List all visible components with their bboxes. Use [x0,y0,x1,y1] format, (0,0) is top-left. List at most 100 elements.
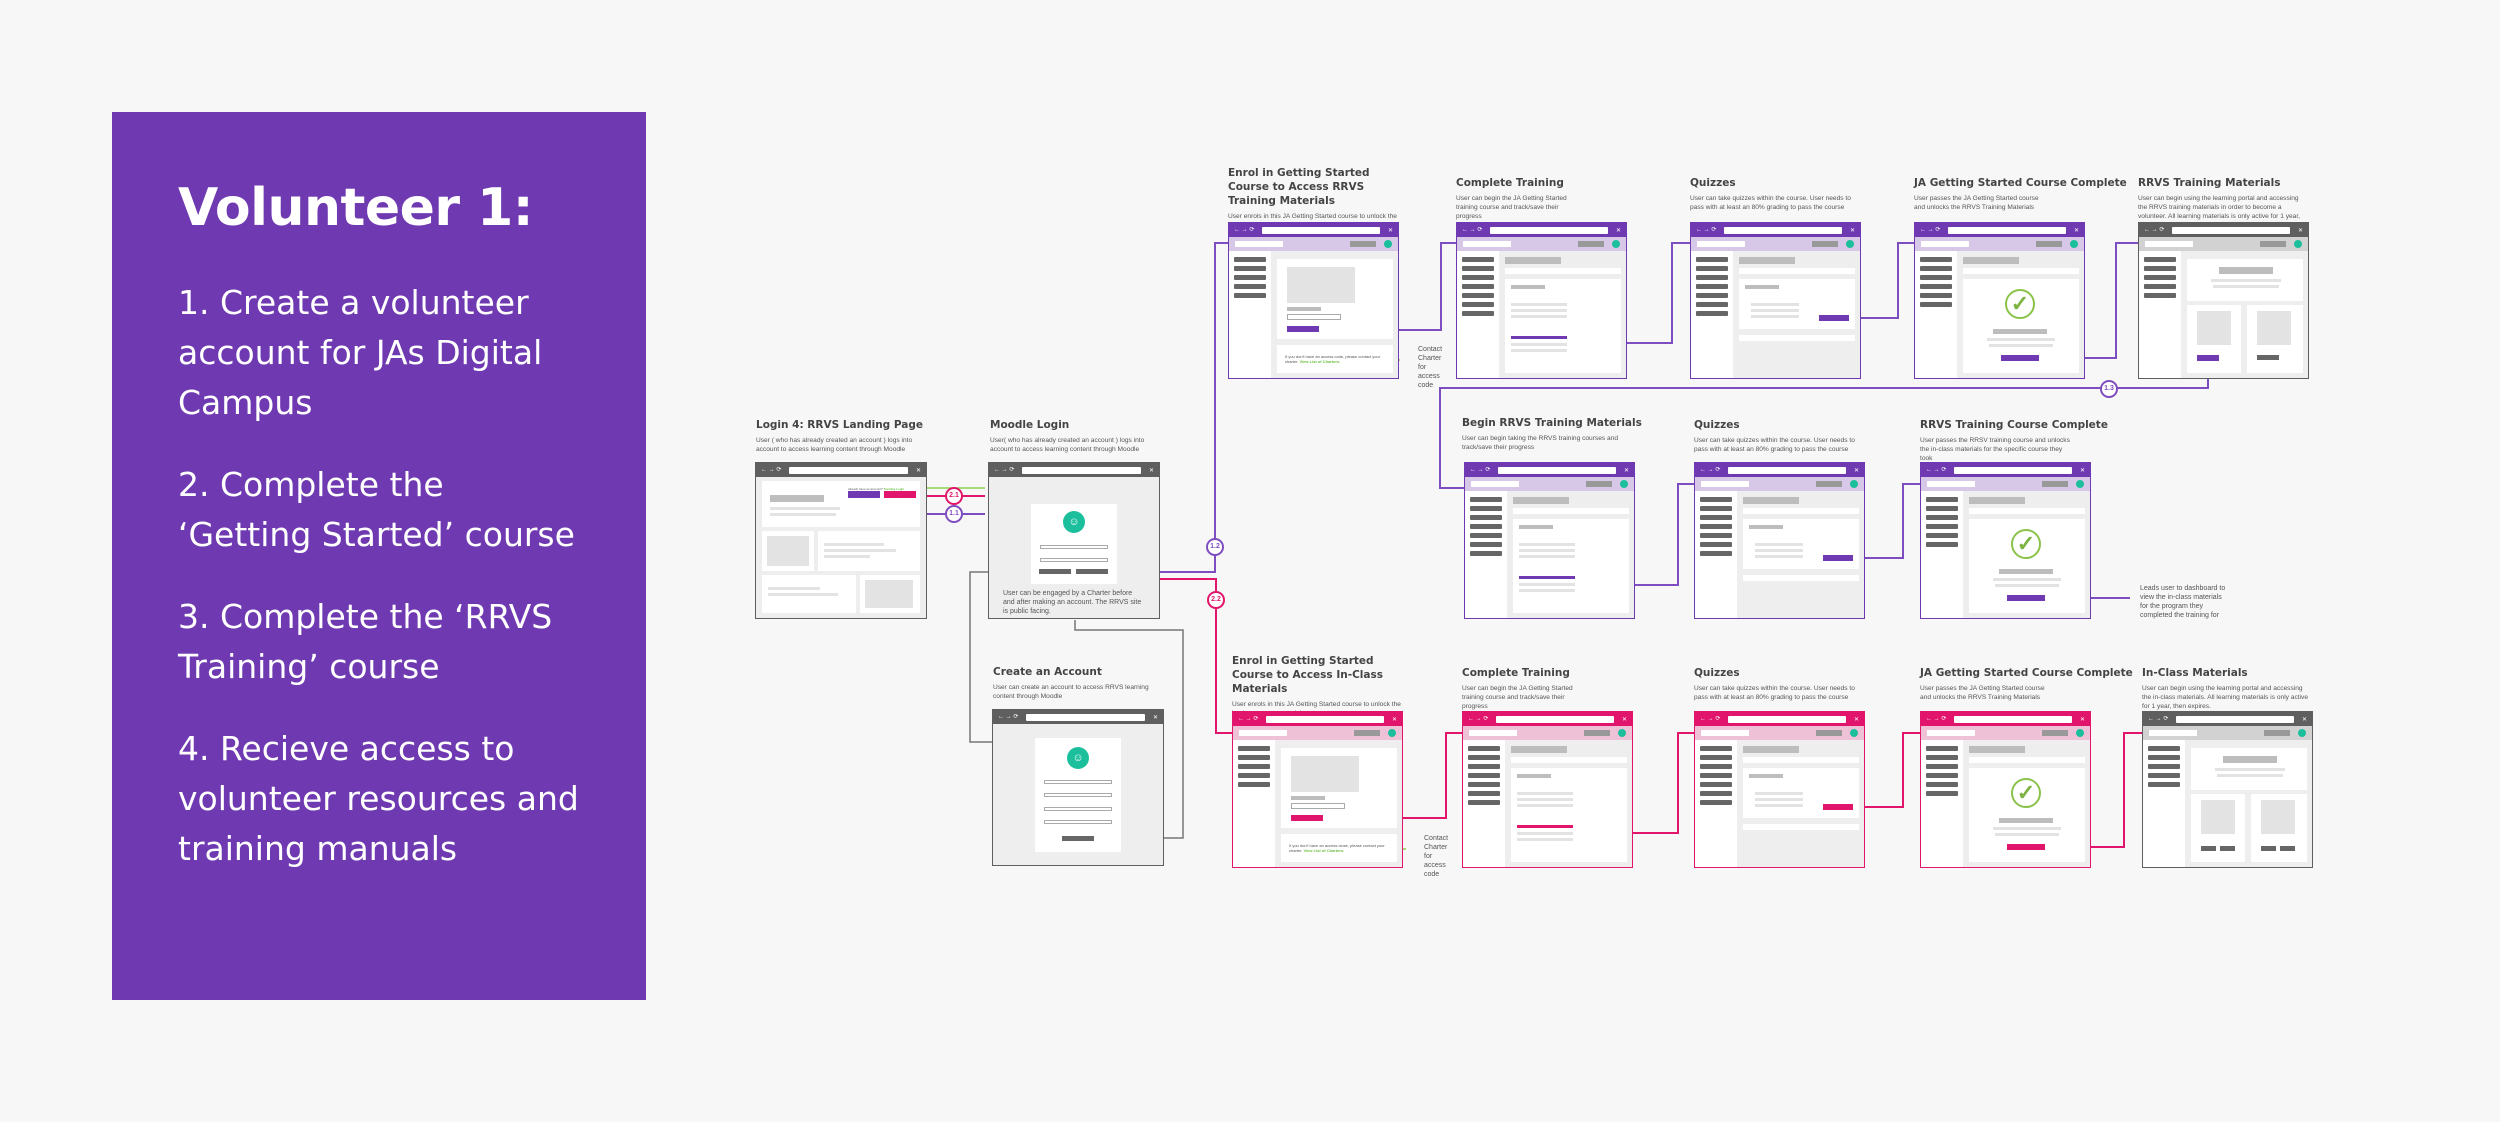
submit-quiz-button[interactable]: Submit [1819,315,1849,321]
card-title: Enrol in Getting Started Course to Acces… [1228,167,1370,207]
login-button[interactable]: Login [1076,569,1108,574]
view-charters-link[interactable]: View List of Charters. [1299,359,1340,364]
current-lesson-progress[interactable] [1517,825,1573,828]
card-title: Login 4: RRVS Landing Page [756,419,923,431]
image-placeholder-icon [767,536,809,566]
access-code-field[interactable] [1291,803,1345,809]
enrol-in-course-button[interactable]: Enrol in Course [1291,815,1323,821]
card-title: Create an Account [993,666,1102,678]
browser-create-account: ← → ⟳✕ ☺ Sign Up [992,709,1164,866]
connector-badge-1-1: 1.1 [945,505,963,523]
card-description: User passes the JA Getting Started cours… [1914,195,2039,211]
dashboard-note: Leads user to dashboard to view the in-c… [2140,585,2226,619]
browser-r2-done: ← → ⟳✕ ✓ View In-Class Materials [1920,462,2091,619]
card-title: Quizzes [1694,667,1740,679]
check-complete-icon: ✓ [2005,289,2035,319]
start-material-button[interactable] [2257,355,2279,360]
card-r2-begin: Begin RRVS Training Materials User can b… [1462,416,1642,452]
user-avatar-icon: ☺ [1067,747,1089,769]
sign-up-button[interactable]: Sign Up [1062,836,1094,841]
view-in-class-materials-button[interactable]: View In-Class Materials [2007,595,2045,601]
browser-r3-enrol: ← → ⟳✕ Enrol in Course If you don't have… [1232,711,1403,868]
material-action-button[interactable] [2280,846,2295,851]
card-title: In-Class Materials [2142,667,2248,679]
password-field[interactable] [1040,558,1108,562]
card-description: User can create an account to access RRV… [993,684,1149,700]
view-in-class-materials-button[interactable]: View In-Class Materials [2007,844,2045,850]
card-description: User can begin using the learning portal… [2142,685,2309,710]
start-rrvs-training-button[interactable]: Start RRVS Training [848,491,880,498]
card-r3-materials: In-Class Materials User can begin using … [2142,666,2312,711]
browser-r3-done: ← → ⟳✕ ✓ View In-Class Materials [1920,711,2091,868]
card-description: User can begin the JA Getting Started tr… [1456,195,1567,220]
card-title: Complete Training [1456,177,1564,189]
contact-charter-note: Contact Charter for access code [1424,835,1449,878]
step-4: 4. Recieve access to volunteer resources… [178,729,579,868]
start-material-button[interactable] [2197,355,2219,361]
material-action-button[interactable] [2220,846,2235,851]
create-account-button[interactable]: Create an Account [1039,569,1071,574]
card-description: User passes the JA Getting Started cours… [1920,685,2045,701]
image-placeholder-icon [2261,800,2295,834]
enrol-in-course-button[interactable]: Enrol in Course [1287,326,1319,332]
view-charters-link[interactable]: View List of Charters. [1303,848,1344,853]
material-action-button[interactable] [2201,846,2216,851]
card-description: User can take quizzes within the course.… [1690,195,1851,211]
panel-title: Volunteer 1: [178,178,534,238]
card-r1-quiz: Quizzes User can take quizzes within the… [1690,176,1860,212]
card-r2-quiz: Quizzes User can take quizzes within the… [1694,418,1864,454]
card-title: Quizzes [1690,177,1736,189]
card-description: User( who has already created an account… [990,437,1145,453]
card-description: User can begin taking the RRVS training … [1462,435,1619,451]
image-placeholder-icon [2257,311,2291,345]
submit-quiz-button[interactable]: Submit [1823,804,1853,810]
access-code-field[interactable] [1287,314,1341,320]
browser-r1-enrol: ← → ⟳✕ Enrol in Course If you don't have… [1228,222,1399,379]
signup-field[interactable] [1044,793,1112,797]
signup-field[interactable] [1044,780,1112,784]
card-title: JA Getting Started Course Complete [1914,177,2127,189]
browser-r1-materials: ← → ⟳ ✕ [2138,222,2309,379]
browser-r3-materials: ← → ⟳ ✕ [2142,711,2313,868]
connector-badge-1-3: 1.3 [2100,380,2118,398]
image-placeholder-icon [2201,800,2235,834]
step-2: 2. Complete the ‘Getting Started’ course [178,465,575,554]
access-code-note: If you don't have an access code, please… [1285,354,1381,364]
card-title: Complete Training [1462,667,1570,679]
card-title: Moodle Login [990,419,1070,431]
material-action-button[interactable] [2261,846,2276,851]
volunteer-summary-panel: Volunteer 1: 1. Create a volunteer accou… [112,112,646,1000]
submit-quiz-button[interactable]: Submit [1823,555,1853,561]
browser-r1-done: ← → ⟳✕ ✓ View RRVS Training Materials [1914,222,2085,379]
signup-field[interactable] [1044,807,1112,811]
card-r1-enrol: Enrol in Getting Started Course to Acces… [1228,166,1398,230]
card-title: RRVS Training Course Complete [1920,419,2108,431]
start-class-delivery-button[interactable]: Start Class Delivery [884,491,916,498]
browser-r3-quiz: ← → ⟳✕ Submit [1694,711,1865,868]
browser-r2-quiz: ← → ⟳✕ Submit [1694,462,1865,619]
access-code-note: If you don't have an access close, pleas… [1289,843,1385,853]
image-placeholder-icon [1287,267,1355,303]
username-field[interactable] [1040,545,1108,549]
browser-r1-complete: ← → ⟳ ✕ [1456,222,1627,379]
browser-r2-begin: ← → ⟳ ✕ [1464,462,1635,619]
signup-field[interactable] [1044,820,1112,824]
card-r3-enrol: Enrol in Getting Started Course to Acces… [1232,654,1402,718]
current-lesson-progress[interactable] [1519,576,1575,579]
card-r2-done: RRVS Training Course Complete User passe… [1920,418,2108,463]
image-placeholder-icon [1291,756,1359,792]
card-title: Quizzes [1694,419,1740,431]
card-r1-complete: Complete Training User can begin the JA … [1456,176,1586,221]
image-placeholder-icon [865,580,913,608]
user-avatar-icon: ☺ [1063,511,1085,533]
card-title: Enrol in Getting Started Course to Acces… [1232,655,1383,695]
check-complete-icon: ✓ [2011,778,2041,808]
check-complete-icon: ✓ [2011,529,2041,559]
current-lesson-progress[interactable] [1511,336,1567,339]
step-3: 3. Complete the ‘RRVS Training’ course [178,597,553,686]
connector-badge-1-2: 1.2 [1206,538,1224,556]
card-rrvs-landing: Login 4: RRVS Landing Page User ( who ha… [756,418,926,454]
image-placeholder-icon [2197,311,2231,345]
view-rrvs-materials-button[interactable]: View RRVS Training Materials [2001,355,2039,361]
card-description: User can take quizzes within the course.… [1694,685,1855,701]
